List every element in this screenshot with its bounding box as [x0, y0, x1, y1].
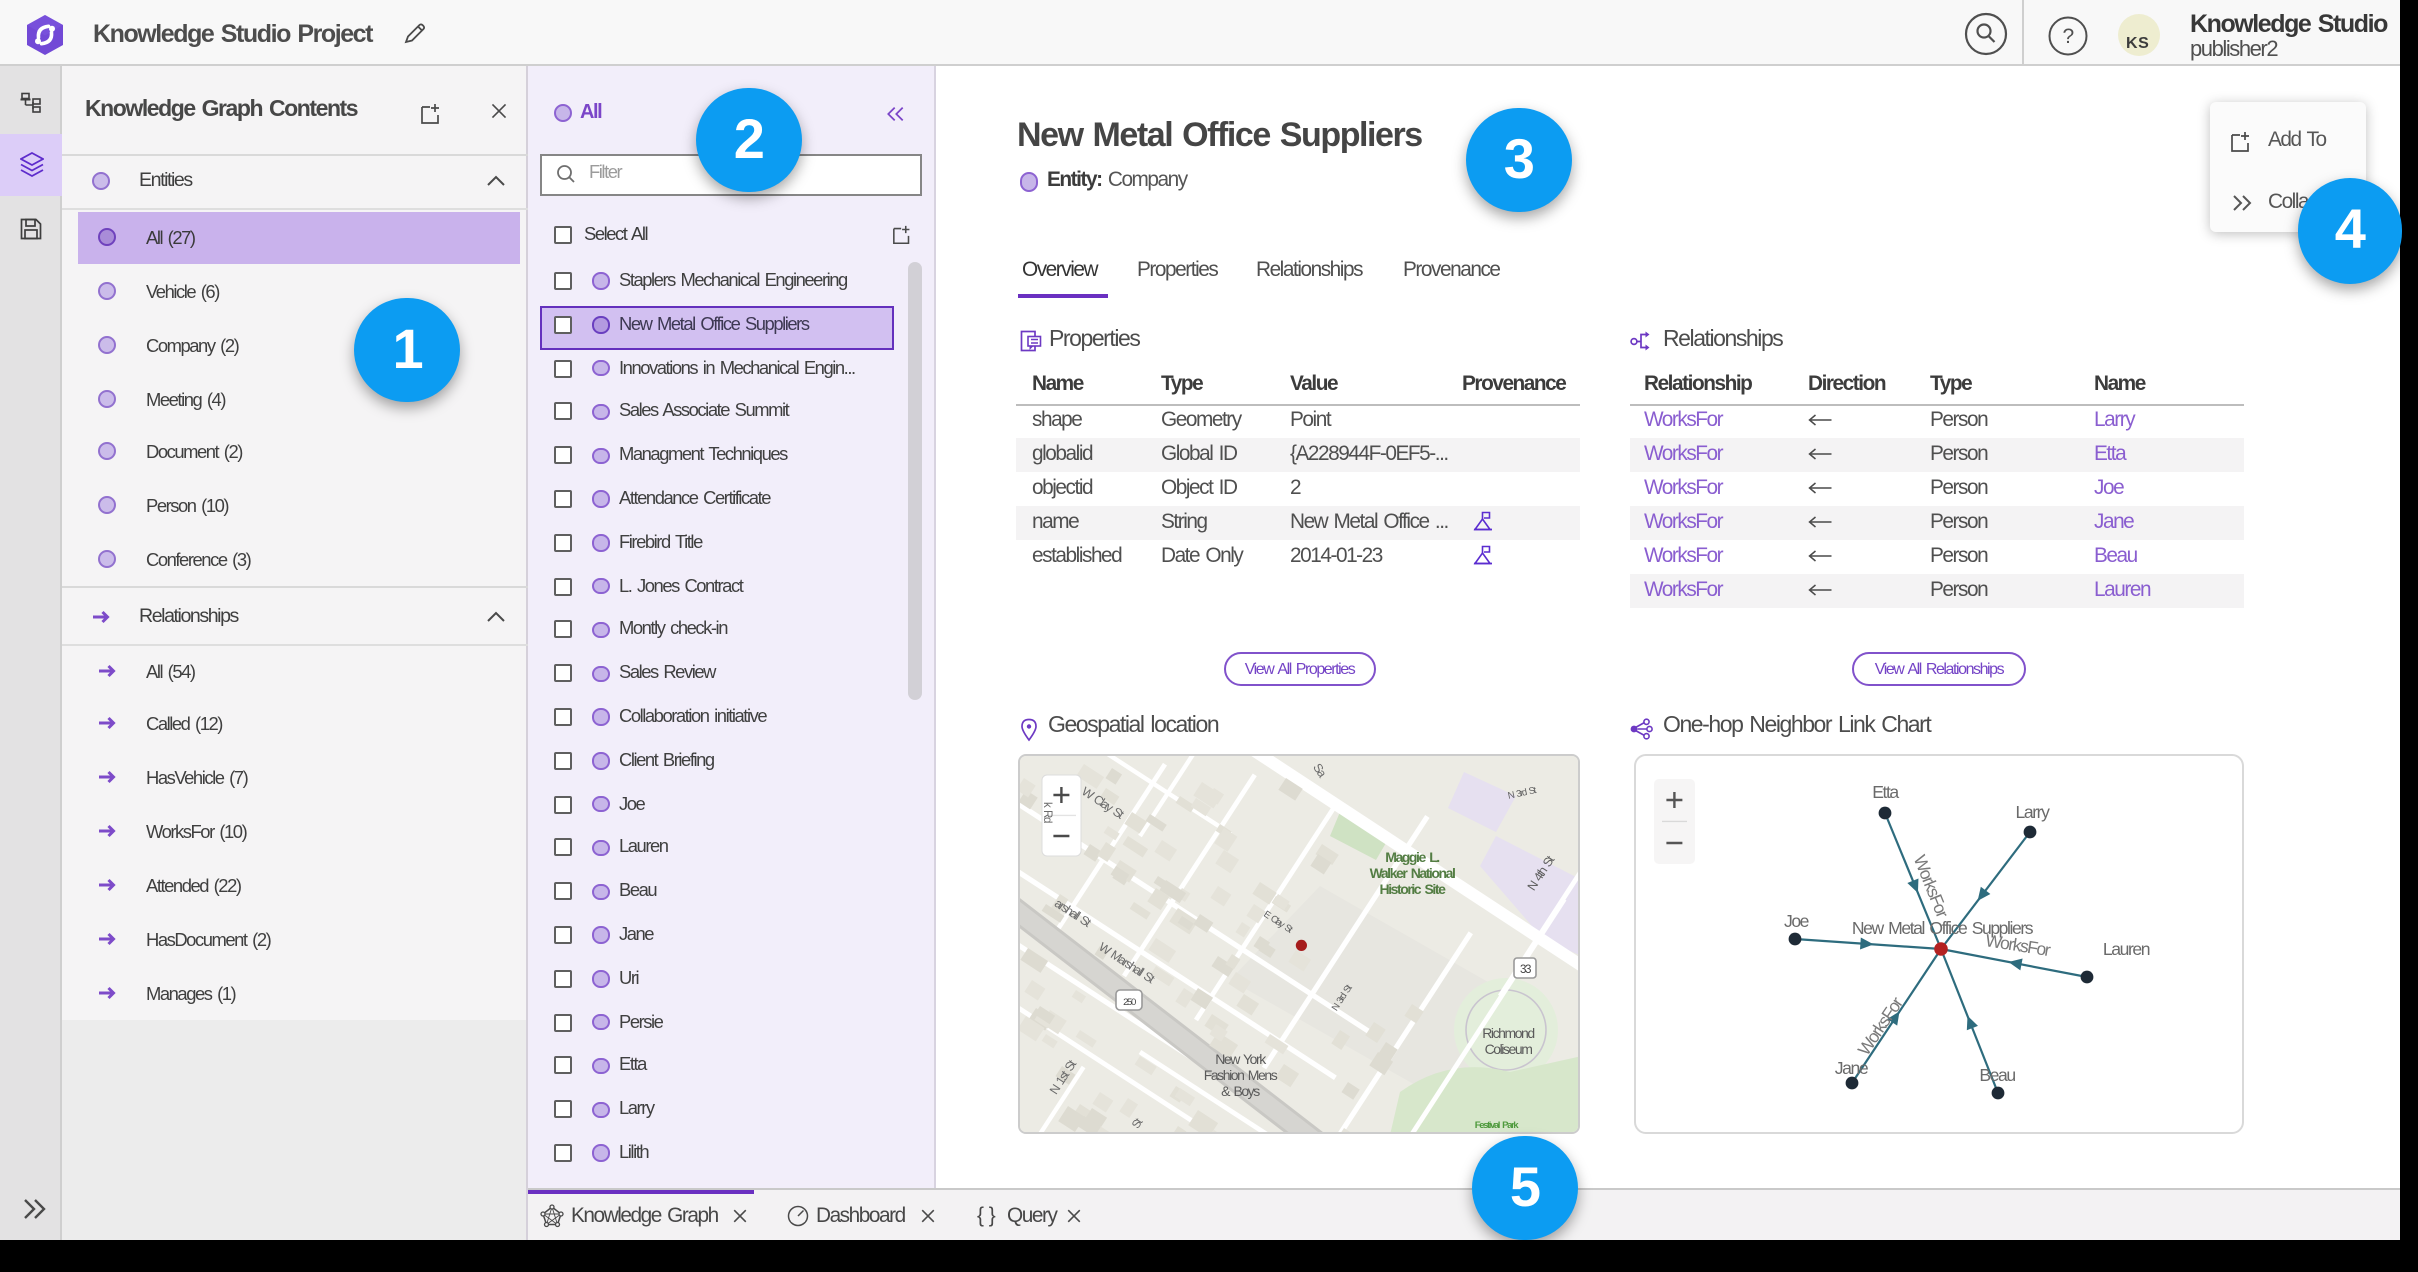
svg-text:Walker National: Walker National — [1369, 865, 1454, 881]
svg-text:Maggie L.: Maggie L. — [1384, 849, 1438, 865]
svg-text:250: 250 — [1122, 997, 1135, 1008]
svg-text:Historic Site: Historic Site — [1379, 881, 1446, 897]
svg-text:Jane: Jane — [1834, 1057, 1867, 1077]
svg-text:Lauren: Lauren — [2102, 938, 2149, 958]
svg-text:WorksFor: WorksFor — [1853, 992, 1906, 1058]
svg-text:?: ? — [2063, 25, 2074, 48]
svg-text:Coliseum: Coliseum — [1484, 1041, 1532, 1057]
svg-text:Beau: Beau — [1978, 1064, 2014, 1084]
svg-text:WorksFor: WorksFor — [1983, 929, 2051, 959]
svg-text:New York: New York — [1214, 1051, 1266, 1067]
svg-text:Festival Park: Festival Park — [1474, 1120, 1519, 1131]
svg-text:Richmond: Richmond — [1481, 1025, 1533, 1041]
svg-text:& Boys: & Boys — [1220, 1083, 1259, 1099]
svg-text:k Rd: k Rd — [1040, 802, 1053, 823]
svg-text:Fashion Mens: Fashion Mens — [1203, 1067, 1277, 1083]
svg-text:Joe: Joe — [1783, 910, 1808, 930]
svg-text:Larry: Larry — [2015, 801, 2050, 821]
svg-text:33: 33 — [1519, 963, 1530, 976]
svg-text:Etta: Etta — [1871, 781, 1898, 801]
